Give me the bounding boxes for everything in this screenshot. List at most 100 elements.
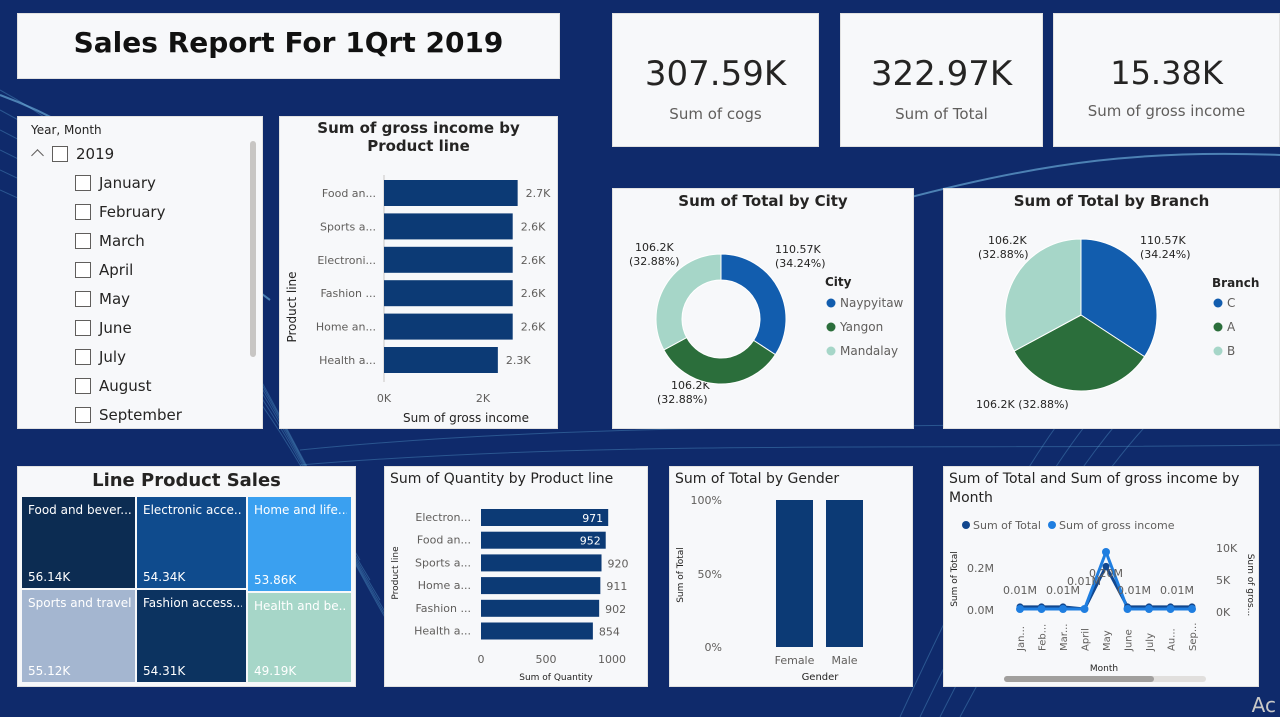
quantity-by-product-chart[interactable]: Sum of Quantity by Product line Product …: [384, 466, 648, 687]
data-label: 106.2K (32.88%): [976, 398, 1069, 411]
data-point[interactable]: [1102, 548, 1110, 556]
slicer-scrollbar[interactable]: [250, 141, 256, 357]
data-point[interactable]: [1037, 605, 1046, 613]
bar[interactable]: [826, 500, 863, 647]
bar[interactable]: [384, 180, 518, 206]
slicer-month-row[interactable]: January: [75, 174, 156, 192]
pie-slice[interactable]: [655, 253, 722, 351]
slicer-checkbox[interactable]: [75, 320, 91, 336]
slicer-checkbox[interactable]: [75, 204, 91, 220]
legend-label[interactable]: Naypyitaw: [840, 296, 904, 310]
y-axis-label: Product line: [391, 546, 401, 600]
bar[interactable]: [384, 246, 513, 273]
total-and-gross-by-month-chart[interactable]: Sum of Total and Sum of gross income by …: [943, 466, 1259, 687]
slicer-checkbox[interactable]: [52, 146, 68, 162]
x-tick-label: 0: [478, 653, 485, 666]
treemap-cell[interactable]: Electronic acce... 54.34K: [137, 497, 246, 588]
kpi-label-total: Sum of Total: [895, 105, 988, 123]
bar[interactable]: [481, 599, 600, 617]
slicer-month-row[interactable]: April: [75, 261, 133, 279]
data-label: 854: [599, 626, 620, 639]
slicer-month-row[interactable]: June: [75, 319, 132, 337]
slicer-month-row[interactable]: May: [75, 290, 130, 308]
data-point[interactable]: [1188, 605, 1196, 613]
slicer-checkbox[interactable]: [75, 175, 91, 191]
year-month-slicer[interactable]: Year, Month 2019 January February March …: [17, 116, 263, 429]
y-tick-label: Food an...: [417, 534, 471, 547]
legend-label[interactable]: B: [1227, 344, 1235, 358]
slicer-month-row[interactable]: August: [75, 377, 152, 395]
data-point[interactable]: [1166, 605, 1175, 613]
bar[interactable]: [384, 313, 513, 340]
data-point[interactable]: [1059, 605, 1067, 613]
y-tick-label-right: 0K: [1216, 606, 1231, 619]
chevron-up-icon[interactable]: [30, 146, 46, 162]
y-tick-label: Electroni...: [317, 254, 376, 267]
data-label: 2.7K: [526, 187, 551, 200]
legend-title: City: [825, 275, 852, 289]
data-label: 2.6K: [521, 220, 546, 233]
data-label-line-1: 110.57K: [1140, 234, 1186, 247]
slicer-year-row[interactable]: 2019: [30, 145, 114, 163]
bar[interactable]: [384, 213, 513, 240]
total-by-city-chart[interactable]: Sum of Total by City City 110.57K (34.24%…: [612, 188, 914, 429]
data-label: 110.57K (34.24%): [775, 243, 826, 270]
slicer-month-row[interactable]: February: [75, 203, 165, 221]
line-product-sales-treemap[interactable]: Line Product Sales Food and bever... 56.…: [17, 466, 356, 687]
legend-label[interactable]: Mandalay: [840, 344, 898, 358]
total-by-branch-chart[interactable]: Sum of Total by Branch Branch 110.57K (34…: [943, 188, 1280, 429]
data-point[interactable]: [1145, 605, 1153, 613]
slicer-checkbox[interactable]: [75, 378, 91, 394]
data-label: 0.01M: [1117, 584, 1151, 597]
treemap-cell[interactable]: Home and life... 53.86K: [248, 497, 351, 591]
gender-bar-chart: Sum of Total Gender 100% 50% 0% Female Ma…: [676, 494, 863, 683]
legend-label: Sum of gross income: [1059, 519, 1175, 532]
y-axis-label: Sum of Total: [676, 547, 686, 603]
x-tick-label: 2K: [476, 392, 491, 405]
data-point[interactable]: [1080, 605, 1089, 613]
bar[interactable]: [481, 577, 601, 595]
scrollbar-thumb[interactable]: [1004, 676, 1154, 682]
legend-label[interactable]: Yangon: [839, 320, 883, 334]
treemap-cell[interactable]: Food and bever... 56.14K: [22, 497, 135, 588]
kpi-card-total[interactable]: 322.97K Sum of Total: [840, 13, 1043, 147]
treemap-cell-label: Electronic acce...: [143, 503, 242, 517]
pie-slice[interactable]: [663, 336, 777, 385]
slicer-year-label: 2019: [76, 145, 115, 163]
gross-income-by-product-chart[interactable]: Sum of gross income by Product line Prod…: [279, 116, 558, 429]
slicer-checkbox[interactable]: [75, 407, 91, 423]
slicer-checkbox[interactable]: [75, 291, 91, 307]
bar[interactable]: [481, 622, 593, 640]
bar[interactable]: [776, 500, 813, 647]
y-tick-label-left: 0.0M: [967, 604, 994, 617]
x-tick-label: Female: [775, 654, 815, 667]
kpi-value-cogs: 307.59K: [644, 54, 787, 94]
legend-label[interactable]: C: [1227, 296, 1235, 310]
slicer-month-row[interactable]: September: [75, 406, 182, 424]
bar[interactable]: [384, 347, 498, 373]
treemap-cell-label: Food and bever...: [28, 503, 131, 517]
slicer-checkbox[interactable]: [75, 233, 91, 249]
slicer-checkbox[interactable]: [75, 262, 91, 278]
slicer-month-row[interactable]: July: [75, 348, 126, 366]
x-tick-label: 1000: [598, 653, 626, 666]
slicer-month-row[interactable]: March: [75, 232, 145, 250]
treemap-cell[interactable]: Fashion access... 54.31K: [137, 590, 246, 682]
kpi-card-cogs[interactable]: 307.59K Sum of cogs: [612, 13, 819, 147]
kpi-card-gross-income[interactable]: 15.38K Sum of gross income: [1053, 13, 1280, 147]
data-label: 106.2K (32.88%): [629, 241, 680, 268]
legend-label[interactable]: A: [1227, 320, 1236, 334]
slicer-checkbox[interactable]: [75, 349, 91, 365]
treemap-cell-label: Sports and travel: [28, 596, 131, 610]
bar[interactable]: [481, 554, 602, 572]
data-point[interactable]: [1016, 605, 1024, 613]
total-by-gender-chart[interactable]: Sum of Total by Gender Sum of Total Gend…: [669, 466, 913, 687]
data-point[interactable]: [1123, 605, 1132, 613]
treemap-cell-value: 49.19K: [254, 664, 297, 678]
bar[interactable]: [384, 280, 513, 307]
y-tick-label: Home a...: [418, 579, 471, 592]
treemap-cell[interactable]: Sports and travel 55.12K: [22, 590, 135, 682]
treemap-cell[interactable]: Health and be... 49.19K: [248, 593, 351, 682]
legend-marker: [1048, 521, 1056, 529]
treemap-cell-value: 55.12K: [28, 664, 71, 678]
